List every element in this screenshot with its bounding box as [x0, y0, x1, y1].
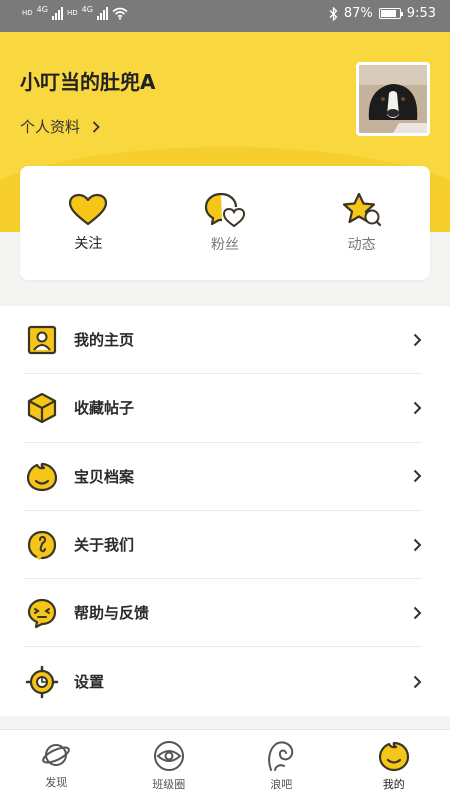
stat-follow[interactable]: 关注: [33, 193, 143, 253]
baby-face-icon: [24, 458, 60, 494]
status-bar-right: 87% 9:53: [329, 6, 436, 21]
person-card-icon: [24, 322, 60, 358]
chevron-right-icon: [413, 470, 422, 483]
box-icon: [24, 390, 60, 426]
bluetooth-icon: [329, 6, 338, 21]
hd-indicator: HD: [22, 8, 33, 17]
menu-item-help-feedback[interactable]: 帮助与反馈: [24, 579, 422, 648]
profile-link[interactable]: 个人资料: [20, 116, 100, 137]
about-us-icon: [24, 527, 60, 563]
wave-icon: [268, 741, 294, 771]
network-type-2: 4G: [81, 5, 93, 14]
help-feedback-icon: [24, 595, 60, 631]
menu-item-label: 我的主页: [74, 331, 135, 350]
chevron-right-icon: [413, 333, 422, 346]
network-type-1: 4G: [36, 5, 48, 14]
chevron-right-icon: [413, 606, 422, 620]
clock-time: 9:53: [406, 6, 436, 21]
stats-card: 关注 粉丝 动态: [20, 166, 430, 280]
stat-fans-label: 粉丝: [210, 237, 239, 253]
menu-item-my-homepage[interactable]: 我的主页: [24, 306, 422, 375]
tab-me-label: 我的: [382, 778, 405, 791]
heart-icon: [69, 193, 108, 226]
tab-class-circle-label: 班级圈: [152, 778, 186, 791]
tab-discover[interactable]: 发现: [0, 730, 113, 800]
class-circle-icon: [153, 741, 184, 771]
profile-link-label: 个人资料: [20, 118, 81, 136]
menu-item-about-us[interactable]: 关于我们: [24, 511, 422, 580]
avatar-image: [359, 65, 427, 133]
tab-wave-bar[interactable]: 浪吧: [225, 730, 338, 800]
chevron-right-icon: [413, 401, 422, 415]
chevron-right-icon: [92, 120, 100, 133]
tab-wave-bar-label: 浪吧: [270, 778, 293, 791]
battery-icon: [378, 8, 403, 19]
menu-item-favorites[interactable]: 收藏帖子: [24, 374, 422, 443]
menu-item-settings[interactable]: 设置: [24, 647, 422, 715]
menu-item-label: 宝贝档案: [74, 467, 135, 486]
tab-class-circle[interactable]: 班级圈: [113, 730, 226, 800]
menu-item-label: 收藏帖子: [74, 399, 135, 418]
bottom-nav: 发现 班级圈 浪吧 我的: [0, 729, 450, 800]
status-bar-left: HD 4G HD 4G: [22, 6, 128, 20]
planet-icon: [42, 744, 71, 766]
stat-fans[interactable]: 粉丝: [170, 192, 280, 254]
menu-item-label: 帮助与反馈: [74, 604, 150, 623]
battery-percent: 87%: [343, 6, 373, 21]
menu-item-label: 设置: [74, 673, 105, 692]
tab-discover-label: 发现: [45, 776, 68, 789]
settings-icon: [24, 664, 60, 700]
menu-item-label: 关于我们: [74, 536, 135, 555]
wifi-icon: [112, 7, 128, 20]
stat-follow-label: 关注: [74, 236, 103, 252]
username: 小叮当的肚兜A: [20, 70, 156, 94]
stat-moments[interactable]: 动态: [307, 192, 417, 254]
tab-me[interactable]: 我的: [338, 730, 450, 800]
status-bar: HD 4G HD 4G 87% 9:53: [0, 0, 450, 32]
stat-moments-label: 动态: [347, 237, 376, 253]
menu-list: 我的主页 收藏帖子 宝贝档案 关于我们 帮助与反馈 设置: [0, 306, 450, 716]
menu-item-baby-profile[interactable]: 宝贝档案: [24, 443, 422, 511]
avatar[interactable]: [356, 62, 430, 136]
star-search-icon: [342, 192, 381, 227]
signal-icon: [51, 6, 63, 20]
fans-bubble-heart-icon: [204, 192, 245, 228]
chevron-right-icon: [413, 675, 422, 688]
hd-indicator-2: HD: [66, 8, 78, 17]
chevron-right-icon: [413, 538, 422, 551]
me-face-icon: [378, 741, 409, 772]
signal-icon-2: [96, 6, 108, 20]
